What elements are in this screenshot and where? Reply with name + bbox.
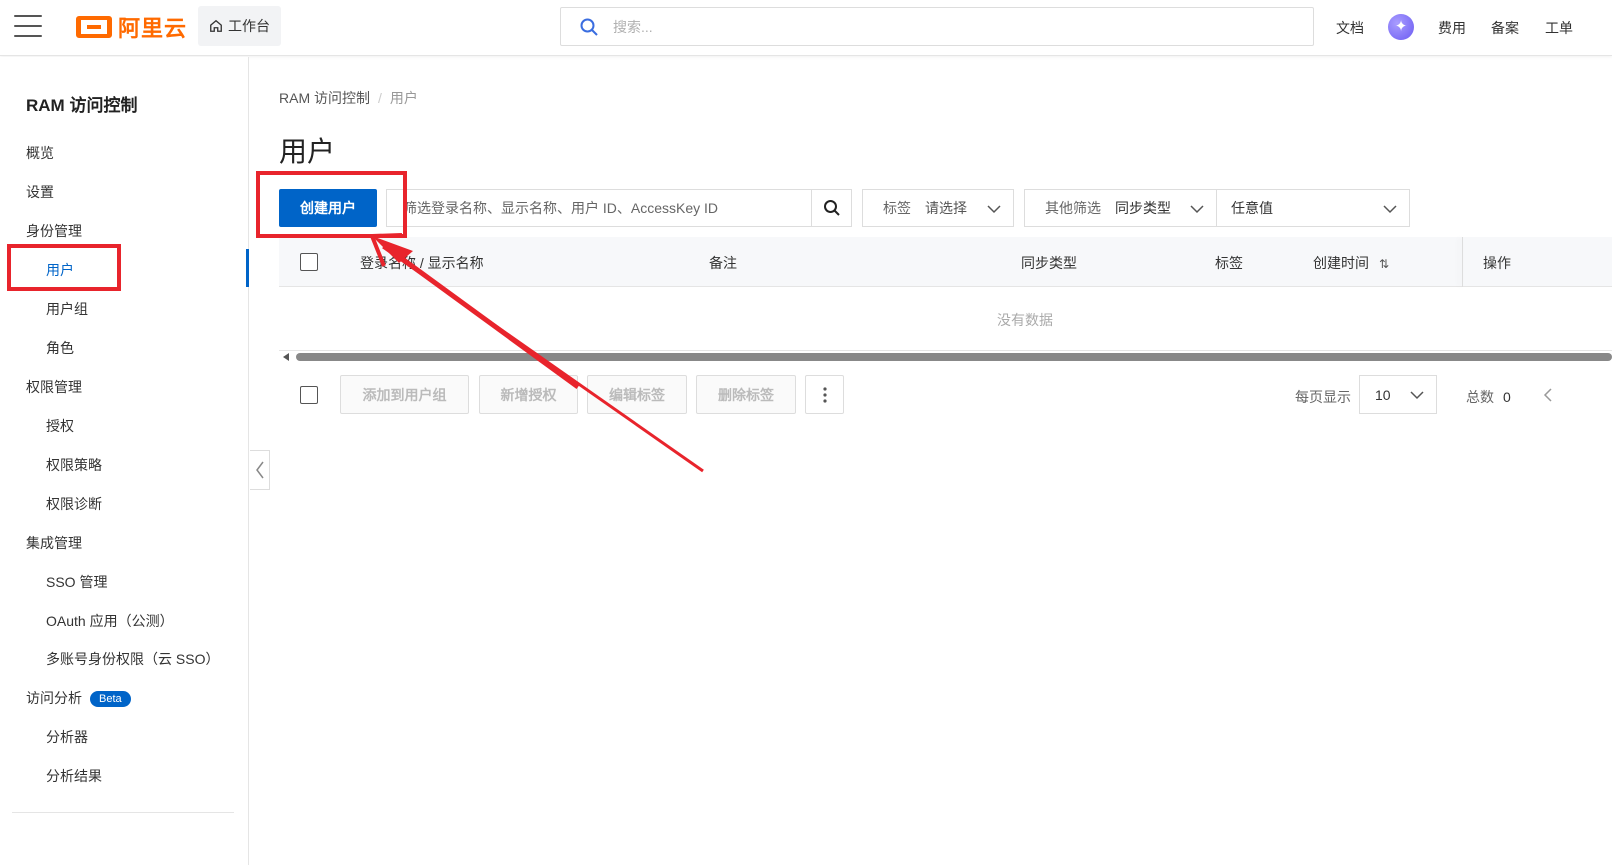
chevron-down-icon: [1410, 391, 1424, 400]
prev-page-icon[interactable]: [1543, 387, 1553, 403]
column-created-time[interactable]: 创建时间 ⇅: [1313, 253, 1389, 273]
tag-filter-label: 标签: [883, 200, 911, 216]
total-count: 0: [1503, 389, 1511, 405]
user-filter-input[interactable]: [387, 199, 811, 217]
sidebar-item-user-groups[interactable]: 用户组: [46, 299, 88, 319]
tag-filter-select[interactable]: 标签 请选择: [862, 189, 1014, 227]
sidebar-item-policies[interactable]: 权限策略: [46, 455, 102, 475]
sidebar-collapse-button[interactable]: [250, 450, 270, 490]
sidebar-item-sso[interactable]: SSO 管理: [46, 572, 107, 592]
add-to-group-button[interactable]: 添加到用户组: [340, 375, 469, 414]
fixed-column-divider: [1462, 237, 1463, 287]
home-icon: [210, 19, 222, 32]
chevron-down-icon: [987, 205, 1001, 214]
sidebar-item-overview[interactable]: 概览: [26, 143, 54, 163]
create-user-button[interactable]: 创建用户: [279, 189, 377, 227]
page-title: 用户: [279, 136, 336, 167]
beta-badge: Beta: [90, 691, 131, 707]
top-bar: 阿里云 工作台 文档 ✦ 费用 备案 工单: [0, 0, 1612, 56]
total-label: 总数 0: [1466, 387, 1511, 407]
column-actions: 操作: [1483, 255, 1511, 271]
arrow-head-upper: [371, 233, 403, 238]
column-created-time-label: 创建时间: [1313, 255, 1369, 271]
global-search[interactable]: [560, 7, 1314, 46]
sidebar-title: RAM 访问控制: [26, 96, 138, 115]
active-indicator: [246, 249, 249, 287]
sidebar-item-grants[interactable]: 授权: [46, 416, 74, 436]
ai-assistant-icon[interactable]: ✦: [1388, 14, 1414, 40]
sidebar-item-roles[interactable]: 角色: [46, 338, 74, 358]
sort-icon[interactable]: ⇅: [1379, 257, 1389, 271]
breadcrumb-ram[interactable]: RAM 访问控制: [279, 90, 370, 106]
breadcrumb: RAM 访问控制 / 用户: [279, 88, 418, 108]
sidebar-group-access-analysis-label: 访问分析: [26, 690, 82, 706]
column-remark: 备注: [709, 255, 737, 271]
sidebar-item-settings[interactable]: 设置: [26, 182, 54, 202]
delete-tags-button[interactable]: 删除标签: [696, 375, 796, 414]
chevron-left-icon: [255, 461, 264, 479]
sidebar: RAM 访问控制 概览 设置 身份管理 用户 用户组 角色 权限管理 授权 权限…: [0, 57, 249, 865]
search-icon: [823, 200, 840, 216]
sidebar-divider: [12, 812, 234, 813]
page-size-value: 10: [1375, 387, 1391, 403]
empty-state-text: 没有数据: [997, 312, 1053, 328]
more-actions-button[interactable]: [805, 375, 844, 414]
column-sync-type: 同步类型: [1021, 255, 1077, 271]
sidebar-group-permissions[interactable]: 权限管理: [26, 377, 82, 397]
table-header: 登录名称 / 显示名称 备注 同步类型 标签 创建时间 ⇅ 操作: [279, 237, 1612, 287]
aliyun-logo[interactable]: 阿里云: [76, 12, 187, 42]
chevron-down-icon: [1190, 205, 1204, 214]
page-size-select[interactable]: 10: [1359, 375, 1437, 414]
workbench-label: 工作台: [228, 18, 270, 34]
sidebar-item-oauth[interactable]: OAuth 应用（公测）: [46, 611, 174, 631]
global-search-input[interactable]: [611, 17, 1211, 36]
sidebar-item-cloud-sso[interactable]: 多账号身份权限（云 SSO）: [46, 649, 219, 669]
brand-name: 阿里云: [118, 16, 188, 41]
chevron-down-icon: [1383, 205, 1397, 214]
other-filter-label: 其他筛选: [1045, 200, 1101, 216]
page-size-label: 每页显示: [1295, 389, 1351, 405]
add-grant-button[interactable]: 新增授权: [479, 375, 578, 414]
sidebar-group-integration[interactable]: 集成管理: [26, 533, 82, 553]
menu-icon[interactable]: [14, 15, 42, 39]
ticket-link[interactable]: 工单: [1545, 18, 1573, 38]
other-filter-value: 同步类型: [1115, 200, 1171, 216]
sidebar-item-users[interactable]: 用户: [46, 260, 74, 280]
filter-search-button[interactable]: [811, 190, 851, 226]
docs-link[interactable]: 文档: [1336, 18, 1364, 38]
sidebar-group-access-analysis[interactable]: 访问分析 Beta: [26, 688, 131, 708]
sidebar-item-diagnosis[interactable]: 权限诊断: [46, 494, 102, 514]
sidebar-item-analyzer[interactable]: 分析器: [46, 727, 88, 747]
sidebar-item-analysis-results[interactable]: 分析结果: [46, 766, 102, 786]
filter-value-text: 任意值: [1231, 200, 1273, 216]
user-filter[interactable]: [386, 189, 852, 227]
search-icon: [580, 18, 598, 36]
edit-tags-button[interactable]: 编辑标签: [587, 375, 687, 414]
more-vertical-icon: [822, 386, 827, 403]
select-all-checkbox[interactable]: [300, 253, 318, 271]
batch-select-checkbox[interactable]: [300, 386, 318, 404]
workbench-button[interactable]: 工作台: [198, 6, 281, 46]
tag-filter-value: 请选择: [925, 200, 967, 216]
breadcrumb-current: 用户: [389, 90, 418, 106]
horizontal-scrollbar-thumb[interactable]: [296, 353, 1612, 361]
icp-filing-link[interactable]: 备案: [1491, 18, 1519, 38]
filter-value-select[interactable]: 任意值: [1216, 189, 1410, 227]
breadcrumb-separator: /: [378, 90, 382, 106]
column-login-name: 登录名称 / 显示名称: [360, 255, 484, 271]
other-filter-select[interactable]: 其他筛选 同步类型: [1024, 189, 1217, 227]
total-label-text: 总数: [1466, 389, 1494, 405]
column-tags: 标签: [1215, 255, 1243, 271]
billing-link[interactable]: 费用: [1438, 18, 1466, 38]
sidebar-group-identity[interactable]: 身份管理: [26, 221, 82, 241]
scroll-left-arrow-icon[interactable]: [283, 353, 289, 361]
logo-mark-icon: [76, 16, 112, 38]
